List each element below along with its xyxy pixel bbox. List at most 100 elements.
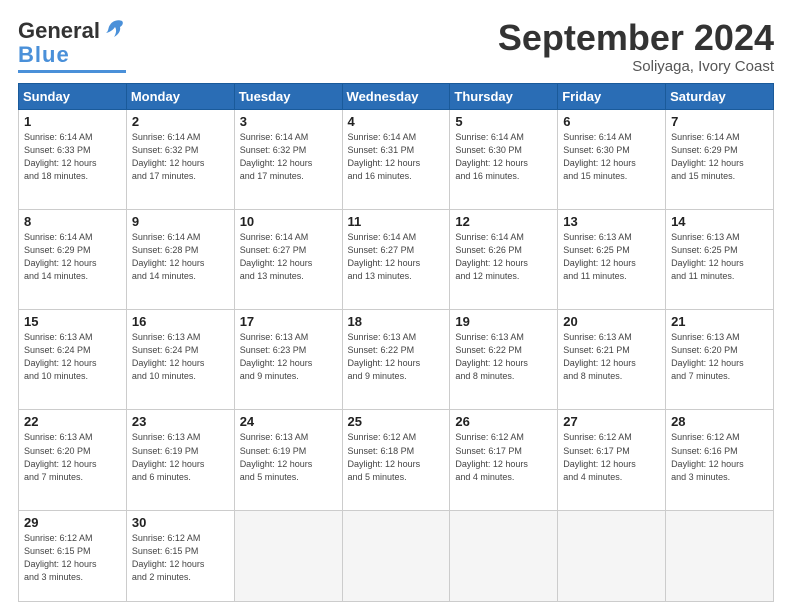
calendar-cell: 25Sunrise: 6:12 AM Sunset: 6:18 PM Dayli… [342,410,450,510]
calendar-cell: 21 Sunrise: 6:13 AM Sunset: 6:20 PM Dayli… [666,310,774,410]
calendar-cell: 14Sunrise: 6:13 AM Sunset: 6:25 PM Dayli… [666,209,774,309]
calendar-cell: 20 Sunrise: 6:13 AM Sunset: 6:21 PM Dayli… [558,310,666,410]
weekday-wednesday: Wednesday [342,83,450,109]
calendar-cell: 11Sunrise: 6:14 AM Sunset: 6:27 PM Dayli… [342,209,450,309]
day-number: 19 [455,314,552,329]
day-number: 15 [24,314,121,329]
day-info: Sunrise: 6:14 AM Sunset: 6:30 PM Dayligh… [563,131,660,183]
calendar-cell: 27 Sunrise: 6:12 AM Sunset: 6:17 PM Dayli… [558,410,666,510]
calendar-cell: 5Sunrise: 6:14 AM Sunset: 6:30 PM Daylig… [450,109,558,209]
day-number: 3 [240,114,337,129]
calendar-cell: 22 Sunrise: 6:13 AM Sunset: 6:20 PM Dayli… [19,410,127,510]
calendar-cell: 1Sunrise: 6:14 AM Sunset: 6:33 PM Daylig… [19,109,127,209]
day-number: 24 [240,414,337,429]
day-number: 7 [671,114,768,129]
day-number: 4 [348,114,445,129]
day-info: Sunrise: 6:14 AM Sunset: 6:30 PM Dayligh… [455,131,552,183]
day-info: Sunrise: 6:14 AM Sunset: 6:32 PM Dayligh… [240,131,337,183]
calendar-cell: 16 Sunrise: 6:13 AM Sunset: 6:24 PM Dayli… [126,310,234,410]
calendar-cell: 10 Sunrise: 6:14 AM Sunset: 6:27 PM Dayli… [234,209,342,309]
calendar-cell: 13Sunrise: 6:13 AM Sunset: 6:25 PM Dayli… [558,209,666,309]
day-info: Sunrise: 6:13 AM Sunset: 6:21 PM Dayligh… [563,331,660,383]
calendar-cell: 4 Sunrise: 6:14 AM Sunset: 6:31 PM Daylig… [342,109,450,209]
calendar-cell: 30 Sunrise: 6:12 AM Sunset: 6:15 PM Dayli… [126,510,234,601]
weekday-sunday: Sunday [19,83,127,109]
weekday-saturday: Saturday [666,83,774,109]
calendar-cell: 7 Sunrise: 6:14 AM Sunset: 6:29 PM Daylig… [666,109,774,209]
calendar-table: SundayMondayTuesdayWednesdayThursdayFrid… [18,83,774,602]
page: General Blue September 2024 Soliyaga, Iv… [0,0,792,612]
calendar-cell [234,510,342,601]
title-section: September 2024 Soliyaga, Ivory Coast [498,18,774,75]
calendar-cell: 3 Sunrise: 6:14 AM Sunset: 6:32 PM Daylig… [234,109,342,209]
day-info: Sunrise: 6:12 AM Sunset: 6:16 PM Dayligh… [671,431,768,483]
calendar-cell: 29 Sunrise: 6:12 AM Sunset: 6:15 PM Dayli… [19,510,127,601]
day-info: Sunrise: 6:14 AM Sunset: 6:28 PM Dayligh… [132,231,229,283]
calendar-cell [666,510,774,601]
day-number: 12 [455,214,552,229]
logo-bird-icon [102,17,126,41]
day-number: 22 [24,414,121,429]
day-info: Sunrise: 6:12 AM Sunset: 6:18 PM Dayligh… [348,431,445,483]
day-info: Sunrise: 6:13 AM Sunset: 6:24 PM Dayligh… [132,331,229,383]
day-info: Sunrise: 6:12 AM Sunset: 6:15 PM Dayligh… [132,532,229,584]
day-info: Sunrise: 6:13 AM Sunset: 6:20 PM Dayligh… [24,431,121,483]
day-number: 6 [563,114,660,129]
calendar-cell [450,510,558,601]
day-number: 30 [132,515,229,530]
calendar-cell: 24 Sunrise: 6:13 AM Sunset: 6:19 PM Dayli… [234,410,342,510]
calendar-cell [558,510,666,601]
day-number: 9 [132,214,229,229]
logo-underline [18,70,126,73]
day-info: Sunrise: 6:14 AM Sunset: 6:27 PM Dayligh… [240,231,337,283]
logo-general: General [18,18,100,44]
day-number: 27 [563,414,660,429]
day-number: 10 [240,214,337,229]
day-info: Sunrise: 6:13 AM Sunset: 6:19 PM Dayligh… [240,431,337,483]
day-info: Sunrise: 6:14 AM Sunset: 6:31 PM Dayligh… [348,131,445,183]
day-info: Sunrise: 6:13 AM Sunset: 6:25 PM Dayligh… [671,231,768,283]
day-info: Sunrise: 6:13 AM Sunset: 6:23 PM Dayligh… [240,331,337,383]
day-info: Sunrise: 6:12 AM Sunset: 6:15 PM Dayligh… [24,532,121,584]
calendar-cell: 19 Sunrise: 6:13 AM Sunset: 6:22 PM Dayli… [450,310,558,410]
day-number: 28 [671,414,768,429]
day-info: Sunrise: 6:13 AM Sunset: 6:24 PM Dayligh… [24,331,121,383]
calendar-cell: 9 Sunrise: 6:14 AM Sunset: 6:28 PM Daylig… [126,209,234,309]
logo: General Blue [18,18,126,73]
calendar-cell: 12 Sunrise: 6:14 AM Sunset: 6:26 PM Dayli… [450,209,558,309]
calendar-cell [342,510,450,601]
day-number: 29 [24,515,121,530]
day-info: Sunrise: 6:14 AM Sunset: 6:26 PM Dayligh… [455,231,552,283]
day-info: Sunrise: 6:14 AM Sunset: 6:29 PM Dayligh… [671,131,768,183]
day-number: 18 [348,314,445,329]
header: General Blue September 2024 Soliyaga, Iv… [18,18,774,75]
day-info: Sunrise: 6:14 AM Sunset: 6:29 PM Dayligh… [24,231,121,283]
weekday-friday: Friday [558,83,666,109]
calendar-cell: 17 Sunrise: 6:13 AM Sunset: 6:23 PM Dayli… [234,310,342,410]
week-row-1: 1Sunrise: 6:14 AM Sunset: 6:33 PM Daylig… [19,109,774,209]
weekday-tuesday: Tuesday [234,83,342,109]
day-number: 11 [348,214,445,229]
day-number: 21 [671,314,768,329]
day-info: Sunrise: 6:12 AM Sunset: 6:17 PM Dayligh… [455,431,552,483]
calendar-cell: 15 Sunrise: 6:13 AM Sunset: 6:24 PM Dayli… [19,310,127,410]
day-number: 16 [132,314,229,329]
weekday-thursday: Thursday [450,83,558,109]
day-number: 17 [240,314,337,329]
day-info: Sunrise: 6:13 AM Sunset: 6:22 PM Dayligh… [455,331,552,383]
weekday-monday: Monday [126,83,234,109]
location: Soliyaga, Ivory Coast [498,58,774,75]
day-number: 1 [24,114,121,129]
calendar-cell: 18Sunrise: 6:13 AM Sunset: 6:22 PM Dayli… [342,310,450,410]
day-info: Sunrise: 6:13 AM Sunset: 6:20 PM Dayligh… [671,331,768,383]
day-number: 20 [563,314,660,329]
day-number: 13 [563,214,660,229]
week-row-3: 15 Sunrise: 6:13 AM Sunset: 6:24 PM Dayli… [19,310,774,410]
day-number: 23 [132,414,229,429]
calendar-cell: 8 Sunrise: 6:14 AM Sunset: 6:29 PM Daylig… [19,209,127,309]
day-info: Sunrise: 6:12 AM Sunset: 6:17 PM Dayligh… [563,431,660,483]
week-row-2: 8 Sunrise: 6:14 AM Sunset: 6:29 PM Daylig… [19,209,774,309]
logo-blue: Blue [18,42,70,67]
day-number: 8 [24,214,121,229]
weekday-header-row: SundayMondayTuesdayWednesdayThursdayFrid… [19,83,774,109]
